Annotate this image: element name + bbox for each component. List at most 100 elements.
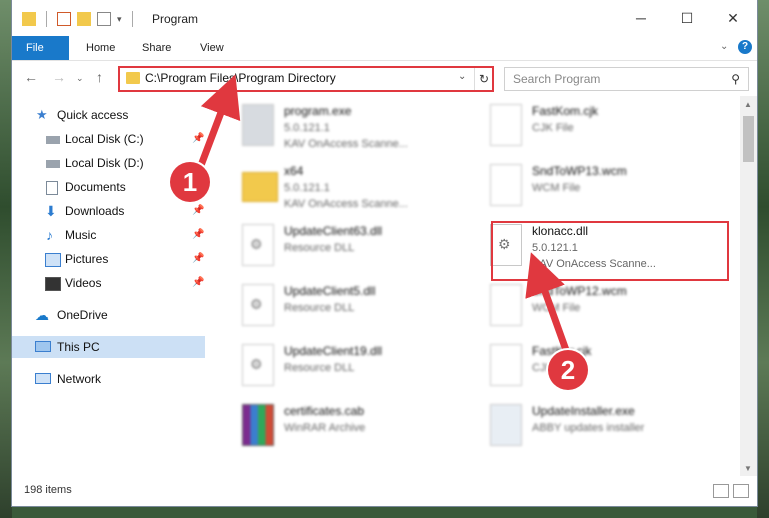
tab-home[interactable]: Home xyxy=(72,36,129,60)
dll-gear-icon xyxy=(242,224,274,266)
file-detail: KAV OnAccess Scanne... xyxy=(284,138,408,150)
address-bar[interactable]: C:\Program Files\Program Directory ⌄ ↻ xyxy=(118,66,494,92)
large-icons-view-icon[interactable] xyxy=(733,484,749,498)
file-icon xyxy=(490,344,522,386)
sidebar-item-this-pc[interactable]: This PC xyxy=(12,336,205,358)
address-path[interactable]: C:\Program Files\Program Directory xyxy=(145,71,336,85)
refresh-icon[interactable]: ↻ xyxy=(474,68,493,90)
sidebar-item-quick-access[interactable]: ★ Quick access xyxy=(12,104,205,126)
file-name: UpdateClient5.dll xyxy=(284,284,376,298)
details-view-icon[interactable] xyxy=(713,484,729,498)
chevron-down-icon[interactable]: ⌄ xyxy=(458,71,466,82)
sidebar-item-label: Pictures xyxy=(65,252,109,266)
sidebar-item-network[interactable]: Network xyxy=(12,368,205,390)
layout-icon[interactable] xyxy=(97,12,111,26)
folder-icon xyxy=(126,72,140,84)
sidebar-item-label: This PC xyxy=(57,340,100,354)
folder-icon xyxy=(242,172,278,202)
sidebar-item-label: OneDrive xyxy=(57,308,108,322)
help-icon[interactable]: ? xyxy=(738,40,752,54)
back-arrow-icon[interactable]: ← xyxy=(24,69,38,85)
file-detail: Resource DLL xyxy=(284,242,355,254)
toolbar-divider xyxy=(46,11,47,27)
close-button[interactable]: ✕ xyxy=(710,0,756,36)
sidebar-item-label: Videos xyxy=(65,276,102,290)
sidebar-item-label: Quick access xyxy=(57,108,129,122)
recent-locations-icon[interactable]: ⌄ xyxy=(76,73,84,84)
pin-icon: 📌 xyxy=(192,253,205,264)
forward-arrow-icon[interactable]: → xyxy=(52,69,66,85)
sidebar-item-onedrive[interactable]: ☁ OneDrive xyxy=(12,304,205,326)
tab-file[interactable]: File xyxy=(12,36,69,60)
file-detail: 5.0.121.1 xyxy=(284,182,330,194)
sidebar-item-label: Network xyxy=(57,372,102,386)
tab-share[interactable]: Share xyxy=(128,36,185,60)
sidebar-item-label: Local Disk (D:) xyxy=(65,156,144,170)
scrollbar-thumb[interactable] xyxy=(743,116,754,162)
sidebar-item-label: Local Disk (C:) xyxy=(65,132,144,146)
file-icon xyxy=(490,104,522,146)
search-placeholder: Search Program xyxy=(513,72,601,86)
up-arrow-icon[interactable]: ↑ xyxy=(96,69,103,85)
sidebar-item-music[interactable]: ♪ Music 📌 xyxy=(12,224,205,246)
pin-icon: 📌 xyxy=(192,277,205,288)
scroll-down-icon[interactable]: ▼ xyxy=(744,464,752,473)
file-detail: WCM File xyxy=(532,182,581,194)
pictures-icon xyxy=(45,253,61,267)
file-detail: Resource DLL xyxy=(284,362,355,374)
network-icon xyxy=(35,373,51,384)
navigation-bar: ← → ⌄ ↑ C:\Program Files\Program Directo… xyxy=(12,63,757,93)
step-marker-2: 2 xyxy=(548,350,588,390)
file-detail: WinRAR Archive xyxy=(284,422,366,434)
sidebar-item-videos[interactable]: Videos 📌 xyxy=(12,272,205,294)
tab-view[interactable]: View xyxy=(186,36,238,60)
vertical-scrollbar[interactable]: ▲ ▼ xyxy=(740,96,757,476)
search-icon[interactable]: ⚲ xyxy=(731,72,740,86)
step-marker-1: 1 xyxy=(170,162,210,202)
chevron-down-icon[interactable]: ▾ xyxy=(117,14,122,25)
file-detail: WCM File xyxy=(532,302,581,314)
file-detail: ABBY updates installer xyxy=(532,422,645,434)
minimize-button[interactable]: ─ xyxy=(618,0,664,36)
file-tile[interactable]: certificates.cab WinRAR Archive xyxy=(232,402,462,458)
new-folder-icon[interactable] xyxy=(77,12,91,26)
sidebar-item-pictures[interactable]: Pictures 📌 xyxy=(12,248,205,270)
film-icon xyxy=(45,277,61,291)
quick-access-toolbar: ▾ xyxy=(22,11,137,27)
drive-icon xyxy=(46,136,60,144)
file-tile[interactable]: UpdateClient63.dll Resource DLL xyxy=(232,222,462,278)
file-name: FastKom.cjk xyxy=(532,104,599,118)
cloud-icon: ☁ xyxy=(35,307,49,323)
sidebar-item-label: Downloads xyxy=(65,204,125,218)
scroll-up-icon[interactable]: ▲ xyxy=(744,100,752,109)
drive-icon xyxy=(46,160,60,168)
file-detail: CJK File xyxy=(532,122,574,134)
search-input[interactable]: Search Program ⚲ xyxy=(504,67,749,91)
highlight-box xyxy=(491,221,729,281)
expand-ribbon-icon[interactable]: ⌄ xyxy=(720,41,728,52)
sidebar-item-downloads[interactable]: ⬇ Downloads 📌 xyxy=(12,200,205,222)
file-tile[interactable]: FastKom.cjk CJK File xyxy=(480,102,710,158)
file-tile[interactable]: x64 5.0.121.1 KAV OnAccess Scanne... xyxy=(232,162,462,218)
folder-icon[interactable] xyxy=(22,12,36,26)
ribbon-tabs: File Home Share View ⌄ ? xyxy=(12,36,757,61)
file-tile[interactable]: UpdateClient5.dll Resource DLL xyxy=(232,282,462,338)
file-name: x64 xyxy=(284,164,304,178)
file-tile[interactable]: UpdateClient19.dll Resource DLL xyxy=(232,342,462,398)
exe-file-icon xyxy=(242,104,274,146)
computer-icon xyxy=(35,341,51,352)
properties-icon[interactable] xyxy=(57,12,71,26)
status-bar: 198 items xyxy=(12,478,757,502)
file-tile[interactable]: FastKor.cjk CJK File xyxy=(480,342,710,398)
maximize-button[interactable]: ☐ xyxy=(664,0,710,36)
file-name: UpdateInstaller.exe xyxy=(532,404,635,418)
file-tile[interactable]: SndToWP12.wcm WCM File xyxy=(480,282,710,338)
sidebar-item-local-disk-c[interactable]: Local Disk (C:) 📌 xyxy=(12,128,205,150)
file-tile[interactable]: SndToWP13.wcm WCM File xyxy=(480,162,710,218)
file-grid: program.exe 5.0.121.1 KAV OnAccess Scann… xyxy=(216,98,736,470)
file-name: certificates.cab xyxy=(284,404,365,418)
file-tile[interactable]: program.exe 5.0.121.1 KAV OnAccess Scann… xyxy=(232,102,462,158)
navigation-pane: ★ Quick access Local Disk (C:) 📌 Local D… xyxy=(12,100,205,470)
file-tile[interactable]: UpdateInstaller.exe ABBY updates install… xyxy=(480,402,710,458)
file-icon xyxy=(490,284,522,326)
